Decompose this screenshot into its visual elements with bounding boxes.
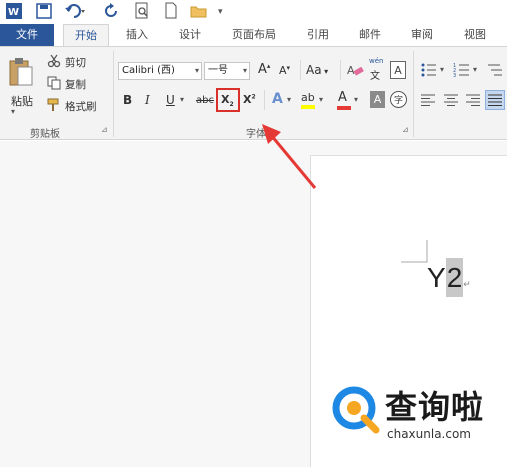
annotation-arrow xyxy=(262,124,317,189)
